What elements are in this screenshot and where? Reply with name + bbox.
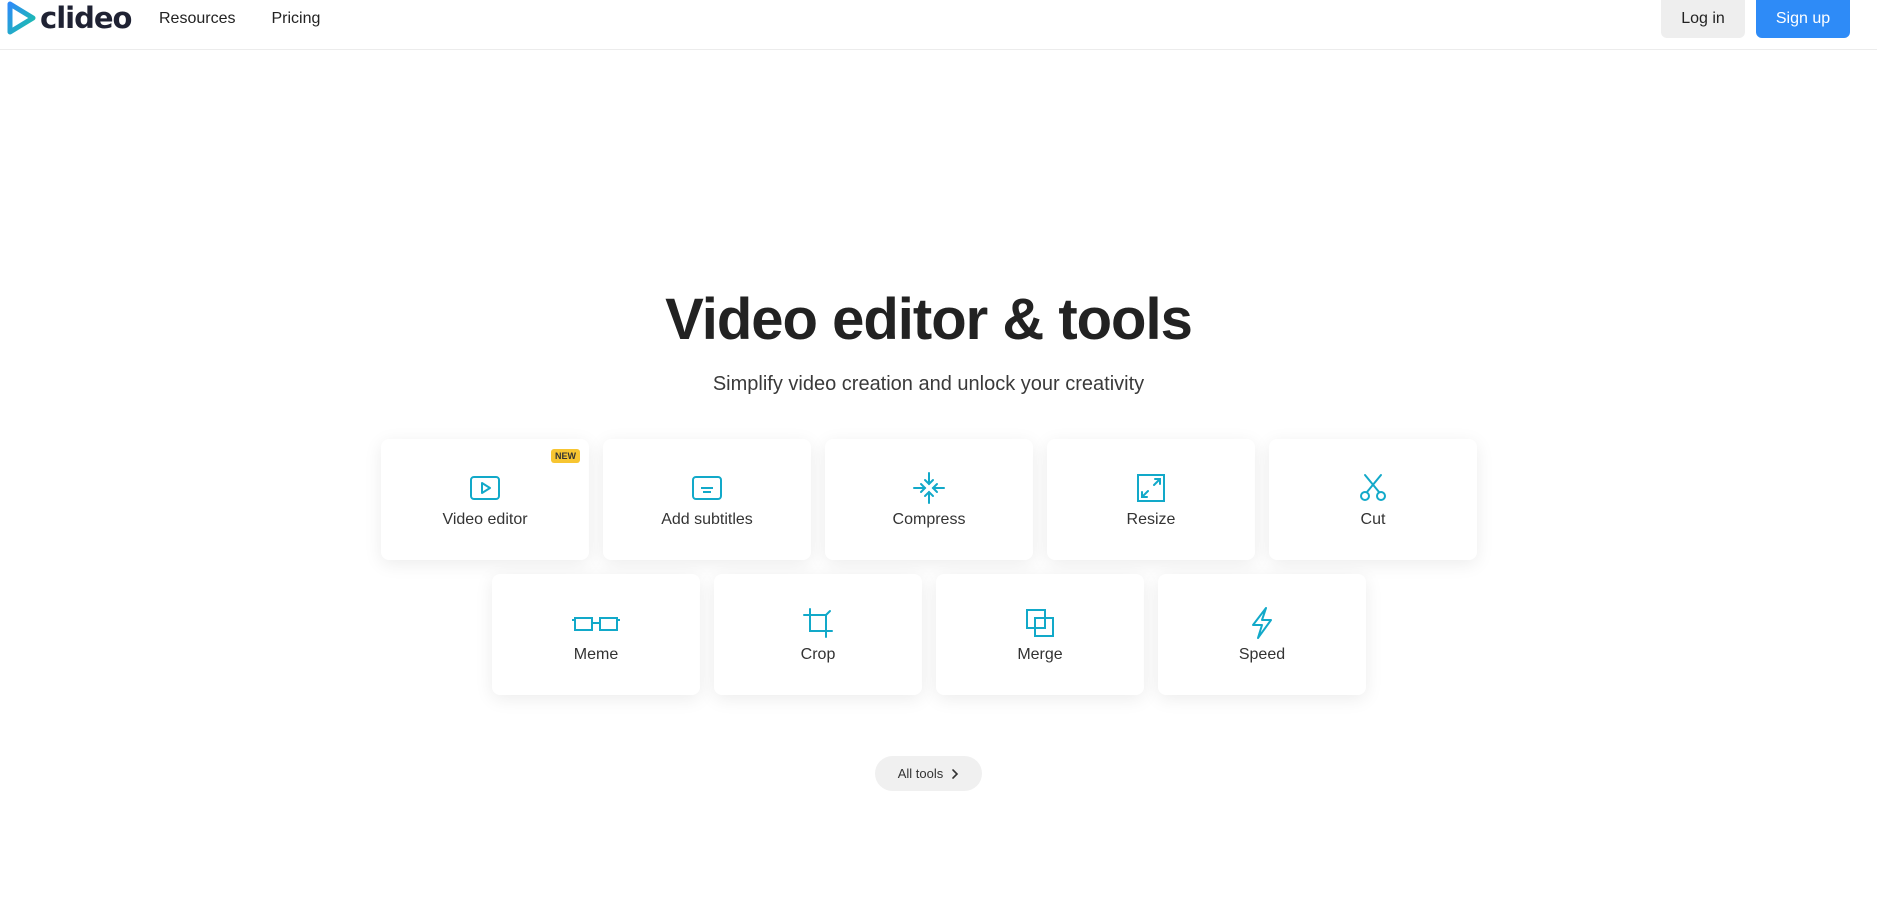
page-subtitle: Simplify video creation and unlock your … [712,373,1145,395]
subtitles-icon [692,475,722,500]
tool-card-meme[interactable]: Meme [492,574,700,695]
logo-text: clideo [40,1,132,35]
logo-play-icon [7,1,36,35]
login-button[interactable]: Log in [1661,0,1745,38]
nav-pricing[interactable]: Pricing [271,10,320,28]
lightning-icon [1252,606,1272,639]
tool-card-cut[interactable]: Cut [1269,439,1477,560]
meme-icon [572,616,620,631]
scissors-icon [1360,473,1386,501]
tool-card-speed[interactable]: Speed [1158,574,1366,695]
tool-label: Resize [1126,510,1176,528]
compress-icon [913,471,945,504]
nav-resources[interactable]: Resources [159,10,235,28]
tool-card-crop[interactable]: Crop [714,574,922,695]
crop-icon [803,607,833,638]
tool-label: Speed [1238,645,1286,663]
tool-label: Compress [892,510,966,528]
tool-label: Add subtitles [661,510,753,528]
clideo-logo[interactable]: clideo [6,1,132,35]
tool-label: Merge [1017,645,1063,663]
tool-card-merge[interactable]: Merge [936,574,1144,695]
page-title: Video editor & tools [665,287,1193,352]
all-tools-label: All tools [897,766,944,781]
tool-card-add-subtitles[interactable]: Add subtitles [603,439,811,560]
resize-icon [1137,473,1165,502]
tool-card-resize[interactable]: Resize [1047,439,1255,560]
top-header: clideo Resources Pricing Log in Sign up [0,0,1877,50]
all-tools-button[interactable]: All tools [875,756,982,791]
main-nav: Resources Pricing [159,10,320,28]
tool-label: Crop [800,645,836,663]
tool-label: Meme [573,645,619,663]
signup-button[interactable]: Sign up [1756,0,1850,38]
new-badge: NEW [551,449,580,463]
chevron-right-icon [952,768,959,779]
tool-card-compress[interactable]: Compress [825,439,1033,560]
tool-label: Cut [1360,510,1386,528]
play-icon [470,475,500,500]
tool-label: Video editor [442,510,528,528]
tool-card-video-editor[interactable]: NEW Video editor [381,439,589,560]
merge-icon [1026,608,1054,637]
